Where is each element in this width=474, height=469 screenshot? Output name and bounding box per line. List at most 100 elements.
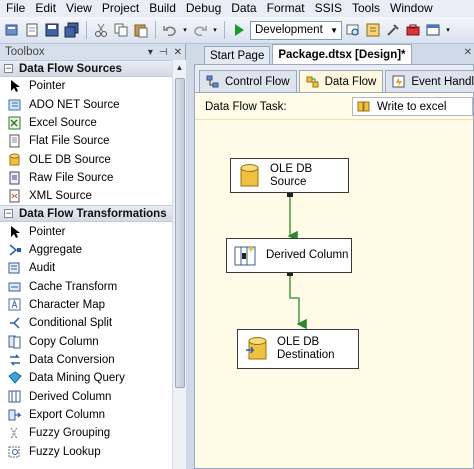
data-flow-task-select[interactable]: Write to excel (352, 97, 473, 116)
redo-icon[interactable] (191, 21, 209, 39)
menu-ssis[interactable]: SSIS (310, 0, 347, 17)
scrollbar-thumb[interactable] (175, 78, 185, 388)
ole-db-destination-icon (243, 335, 271, 363)
toolbox-title: Toolbox (5, 46, 45, 58)
cut-icon[interactable] (92, 21, 110, 39)
find-icon[interactable] (344, 21, 362, 39)
close-document-icon[interactable]: ✕ (464, 47, 472, 58)
tab-event-handlers[interactable]: Event Handlers (385, 70, 474, 92)
menu-window[interactable]: Window (385, 0, 438, 17)
section-label: Data Flow Transformations (19, 207, 167, 220)
toolbox-item-flat-file-source[interactable]: Flat File Source (0, 132, 172, 150)
document-tabs: Start Page Package.dtsx [Design]* (187, 44, 474, 64)
toolbox-item-excel-source[interactable]: Excel Source (0, 114, 172, 132)
toolbox-item-ole-db-source[interactable]: OLE DB Source (0, 150, 172, 168)
toolbox-header: Toolbox ▾ ⊣ ✕ (0, 44, 185, 60)
audit-icon (8, 261, 22, 275)
excel-source-icon (8, 116, 22, 130)
menu-format[interactable]: Format (262, 0, 310, 17)
toolbox-item-label: Excel Source (29, 116, 97, 129)
toolbox-item-export-column[interactable]: Export Column (0, 406, 172, 424)
export-column-icon (8, 408, 22, 422)
node-ole-db-destination[interactable]: OLE DB Destination (237, 329, 359, 369)
toolbox-item-label: Data Conversion (29, 353, 115, 366)
toolbox-item-derived-column[interactable]: Derived Column (0, 388, 172, 406)
save-all-icon[interactable] (63, 21, 81, 39)
conditional-split-icon (8, 316, 22, 330)
toolbox-item-data-mining-query[interactable]: Data Mining Query (0, 369, 172, 387)
derived-column-icon (8, 390, 22, 404)
section-label: Data Flow Sources (19, 62, 122, 75)
toolbox-item-pointer[interactable]: Pointer (0, 222, 172, 240)
menu-file[interactable]: File (0, 0, 30, 17)
close-icon[interactable]: ✕ (174, 47, 182, 58)
save-icon[interactable] (43, 21, 61, 39)
section-data-flow-transformations[interactable]: − Data Flow Transformations (0, 205, 172, 223)
copy-icon[interactable] (112, 21, 130, 39)
menu-view[interactable]: View (61, 0, 97, 17)
node-label: OLE DB Destination (277, 336, 335, 362)
menu-tools[interactable]: Tools (347, 0, 385, 17)
redo-dropdown-icon[interactable]: ▾ (211, 21, 219, 39)
collapse-icon[interactable]: − (4, 64, 13, 73)
menu-project[interactable]: Project (97, 0, 144, 17)
toolbox-item-fuzzy-grouping[interactable]: Fuzzy Grouping (0, 424, 172, 442)
toolbox-item-character-map[interactable]: Character Map (0, 296, 172, 314)
menu-build[interactable]: Build (144, 0, 181, 17)
toolbox-item-label: OLE DB Source (29, 153, 111, 166)
undo-dropdown-icon[interactable]: ▾ (181, 21, 189, 39)
data-mining-query-icon (8, 371, 22, 385)
collapse-icon[interactable]: − (4, 209, 13, 219)
start-debugging-icon[interactable] (230, 21, 248, 39)
auto-hide-pin-icon[interactable]: ⊣ (159, 47, 168, 58)
menu-debug[interactable]: Debug (181, 0, 226, 17)
raw-file-source-icon (8, 171, 22, 185)
menu-edit[interactable]: Edit (30, 0, 61, 17)
section-data-flow-sources[interactable]: − Data Flow Sources (0, 60, 172, 77)
pointer-icon (8, 79, 22, 93)
data-flow-task-label: Data Flow Task: (205, 100, 287, 113)
solution-explorer-icon[interactable] (364, 21, 382, 39)
new-project-icon[interactable] (3, 21, 21, 39)
toolbox-item-label: Audit (29, 262, 56, 275)
toolbox-item-aggregate[interactable]: Aggregate (0, 241, 172, 259)
toolbox-item-pointer[interactable]: Pointer (0, 77, 172, 95)
toolbox-item-fuzzy-lookup[interactable]: Fuzzy Lookup (0, 443, 172, 461)
scroll-up-icon[interactable]: ▲ (173, 60, 186, 74)
toolbox-item-cache-transform[interactable]: Cache Transform (0, 277, 172, 295)
tab-label: Control Flow (225, 75, 290, 88)
toolbox-item-audit[interactable]: Audit (0, 259, 172, 277)
solution-configuration-select[interactable]: Development ▼ (250, 20, 342, 40)
toolbox-icon[interactable] (404, 21, 422, 39)
aggregate-icon (8, 243, 22, 257)
node-label: OLE DB Source (270, 162, 313, 188)
pointer-icon (8, 225, 22, 239)
menu-data[interactable]: Data (226, 0, 261, 17)
undo-icon[interactable] (161, 21, 179, 39)
toolbox-item-label: Export Column (29, 409, 106, 422)
add-item-icon[interactable] (23, 21, 41, 39)
toolbox-item-xml-source[interactable]: XML Source (0, 187, 172, 205)
tab-control-flow[interactable]: Control Flow (199, 70, 297, 92)
toolbox-item-data-conversion[interactable]: Data Conversion (0, 351, 172, 369)
properties-icon[interactable] (384, 21, 402, 39)
window-position-icon[interactable]: ▾ (148, 47, 153, 58)
toolbox-scrollbar[interactable]: ▲ (172, 60, 186, 469)
node-derived-column[interactable]: Derived Column (226, 238, 352, 273)
tab-start-page[interactable]: Start Page (204, 46, 271, 64)
paste-icon[interactable] (132, 21, 150, 39)
node-ole-db-source[interactable]: OLE DB Source (230, 158, 349, 193)
toolbox-item-copy-column[interactable]: Copy Column (0, 332, 172, 350)
menu-bar: File Edit View Project Build Debug Data … (0, 0, 474, 17)
path-derived-to-destination (289, 271, 307, 330)
data-flow-canvas[interactable]: OLE DB Source Derived Column OLE DB Dest… (195, 120, 473, 468)
toolbox-item-raw-file-source[interactable]: Raw File Source (0, 169, 172, 187)
window-layout-icon[interactable] (424, 21, 442, 39)
tab-package-design[interactable]: Package.dtsx [Design]* (272, 44, 412, 64)
toolbox-item-label: ADO NET Source (29, 98, 120, 111)
toolbox-item-conditional-split[interactable]: Conditional Split (0, 314, 172, 332)
toolbar-options-icon[interactable]: ▾ (444, 21, 452, 39)
toolbox-panel: Toolbox ▾ ⊣ ✕ − Data Flow Sources Pointe… (0, 44, 186, 469)
toolbox-item-ado-net-source[interactable]: ADO NET Source (0, 95, 172, 113)
tab-data-flow[interactable]: Data Flow (298, 70, 384, 92)
